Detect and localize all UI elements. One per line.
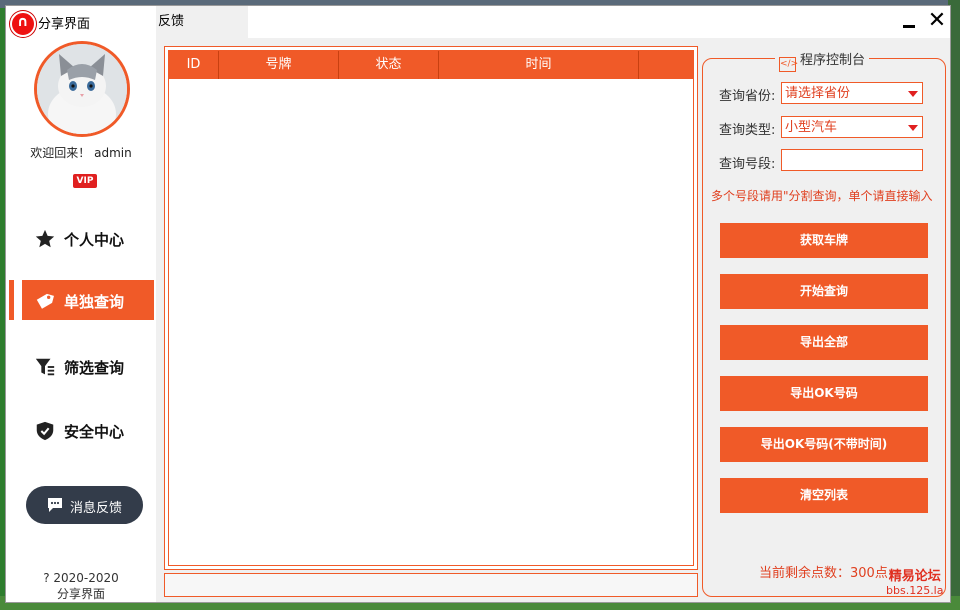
watermark-title: 精易论坛 [888,569,941,584]
column-header-status[interactable]: 状态 [339,51,439,79]
close-button[interactable]: ✕ [924,8,950,34]
sidebar-item-filter-query[interactable]: 筛选查询 [22,346,154,386]
column-header-time[interactable]: 时间 [439,51,639,79]
chat-icon [48,498,62,512]
province-label: 查询省份: [719,89,776,104]
star-icon [35,229,55,248]
status-bar [164,573,698,597]
sidebar-item-label: 筛选查询 [64,359,125,377]
sidebar-item-security[interactable]: 安全中心 [22,410,154,450]
watermark-url: bbs.125.la [886,584,944,597]
province-select-value: 请选择省份 [785,86,851,101]
segment-hint: 多个号段请用"分割查询，单个请直接输入 [711,189,933,203]
minimize-icon [903,25,915,28]
sidebar-item-label: 个人中心 [64,231,125,249]
close-icon: ✕ [927,8,947,33]
column-header-extra[interactable] [639,51,693,79]
tag-icon [36,293,54,309]
vip-badge: VIP [73,174,97,188]
copyright-name: 分享界面 [56,587,105,601]
export-ok-button[interactable]: 导出OK号码 [720,376,928,411]
dropdown-arrow-icon [908,125,918,131]
minimize-button[interactable] [896,8,922,34]
type-label: 查询类型: [719,123,776,138]
avatar [34,41,130,137]
column-header-plate[interactable]: 号牌 [219,51,339,79]
get-plates-button[interactable]: 获取车牌 [720,223,928,258]
start-query-button[interactable]: 开始查询 [720,274,928,309]
clear-list-button[interactable]: 清空列表 [720,478,928,513]
remaining-points: 当前剩余点数：300点 [759,566,888,581]
app-window: ∩ 分享界面 反馈 ✕ 欢迎回来！ admin VIP 个人中心 单独查询 筛选… [5,5,951,603]
control-panel: </> 程序控制台 查询省份: 请选择省份 查询类型: 小型汽车 查询号段: 多个… [702,49,946,597]
welcome-text: 欢迎回来！ admin [30,146,132,160]
type-select[interactable]: 小型汽车 [781,116,923,138]
shield-icon [36,421,54,441]
control-panel-title: </> 程序控制台 [775,49,870,72]
type-select-value: 小型汽车 [785,120,838,135]
control-panel-title-text: 程序控制台 [800,53,866,68]
table-header: ID 号牌 状态 时间 [169,51,693,79]
province-select[interactable]: 请选择省份 [781,82,923,104]
dropdown-arrow-icon [908,91,918,97]
copyright: ? 2020-2020 分享界面 [6,570,156,602]
export-ok-no-time-button[interactable]: 导出OK号码(不带时间) [720,427,928,462]
app-logo-icon: ∩ [10,11,36,37]
segment-input[interactable] [781,149,923,171]
sidebar-item-single-query[interactable]: 单独查询 [22,280,154,320]
active-indicator [9,280,14,320]
message-feedback-label: 消息反馈 [70,501,123,516]
export-all-button[interactable]: 导出全部 [720,325,928,360]
watermark: 精易论坛 bbs.125.la [886,570,943,598]
tab-feedback[interactable]: 反馈 [156,6,248,38]
results-table-panel: ID 号牌 状态 时间 [164,46,698,570]
title-bar: ∩ 分享界面 反馈 ✕ [6,6,950,38]
code-icon: </> [779,57,798,72]
app-title: 分享界面 [38,17,91,32]
filter-icon [35,358,55,376]
column-header-id[interactable]: ID [169,51,219,79]
segment-label: 查询号段: [719,157,776,172]
results-table[interactable]: ID 号牌 状态 时间 [168,50,694,566]
sidebar-item-profile[interactable]: 个人中心 [22,218,154,258]
sidebar: 欢迎回来！ admin VIP 个人中心 单独查询 筛选查询 安全中心 消息反馈 [6,38,156,602]
sidebar-item-label: 安全中心 [64,423,125,441]
copyright-years: ? 2020-2020 [43,571,119,585]
sidebar-item-label: 单独查询 [64,293,125,311]
message-feedback-button[interactable]: 消息反馈 [26,486,143,524]
